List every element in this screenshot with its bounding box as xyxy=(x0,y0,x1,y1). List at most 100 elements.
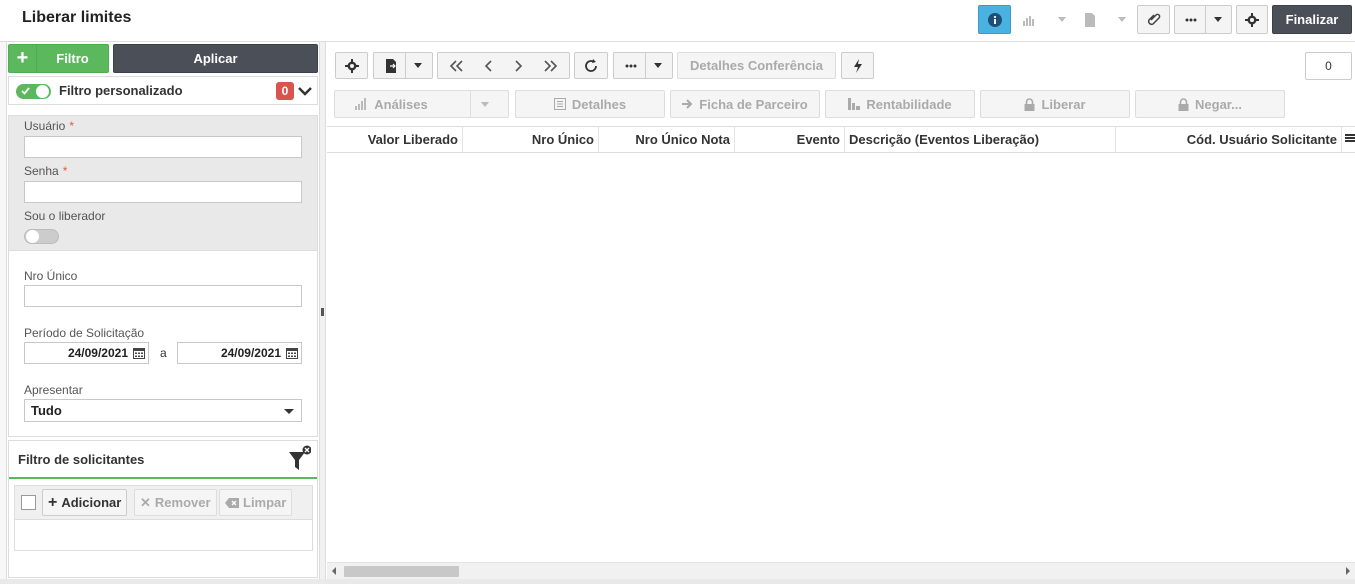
attachment-button[interactable] xyxy=(1137,5,1170,34)
left-collapse-strip[interactable] xyxy=(0,42,7,584)
apresentar-label: Apresentar xyxy=(24,383,83,397)
more-actions-dropdown[interactable] xyxy=(613,52,673,79)
rentabilidade-button[interactable]: Rentabilidade xyxy=(825,90,975,118)
liberar-label: Liberar xyxy=(1041,96,1086,112)
detalhes-button[interactable]: Detalhes xyxy=(515,90,665,118)
info-icon xyxy=(987,12,1002,27)
export-dropdown-button[interactable] xyxy=(1077,5,1132,34)
chevron-down-icon xyxy=(413,63,422,68)
chevron-down-icon xyxy=(480,101,489,107)
date-to-value: 24/09/2021 xyxy=(220,346,281,360)
gear-icon xyxy=(1245,12,1259,27)
chart-icon xyxy=(355,98,367,110)
adicionar-label: Adicionar xyxy=(61,495,122,510)
menu-icon[interactable] xyxy=(1345,132,1355,144)
adicionar-button[interactable]: + Adicionar xyxy=(42,489,128,516)
filtro-label: Filtro xyxy=(56,51,89,66)
apresentar-value: Tudo xyxy=(31,403,62,418)
finalizar-button[interactable]: Finalizar xyxy=(1272,5,1352,34)
filtro-button[interactable]: + Filtro xyxy=(8,44,109,73)
list-icon xyxy=(553,98,566,110)
chevron-down-icon xyxy=(284,409,294,414)
panel-splitter[interactable] xyxy=(319,42,326,584)
nro-unico-input[interactable] xyxy=(24,285,302,307)
col-nro-unico[interactable]: Nro Único xyxy=(463,127,599,153)
nro-unico-label: Nro Único xyxy=(24,269,78,283)
apresentar-select[interactable]: Tudo xyxy=(24,399,302,422)
limpar-button[interactable]: Limpar xyxy=(219,489,293,516)
eraser-icon xyxy=(225,497,239,508)
col-descricao[interactable]: Descrição (Eventos Liberação) xyxy=(845,127,1116,153)
export-dropdown-button[interactable] xyxy=(373,52,433,79)
gear-icon xyxy=(344,58,359,73)
lightning-icon xyxy=(853,58,862,73)
analises-dropdown[interactable]: Análises xyxy=(334,90,509,118)
export-icon xyxy=(1084,12,1095,27)
pager-group xyxy=(437,52,570,79)
refresh-button[interactable] xyxy=(574,52,608,79)
detalhes-label: Detalhes xyxy=(571,96,627,112)
senha-label: Senha * xyxy=(24,164,68,178)
date-to-input[interactable]: 24/09/2021 xyxy=(177,342,302,364)
chevron-down-icon xyxy=(1057,17,1066,22)
chart-dropdown-button[interactable] xyxy=(1016,5,1071,34)
col-valor-liberado[interactable]: Valor Liberado xyxy=(327,127,463,153)
lightning-button[interactable] xyxy=(841,52,874,79)
scroll-thumb[interactable] xyxy=(344,566,459,577)
col-cod-usuario-solicitante[interactable]: Cód. Usuário Solicitante xyxy=(1116,127,1342,153)
custom-filter-toggle[interactable] xyxy=(16,84,51,99)
paperclip-icon xyxy=(1147,13,1160,25)
grid-settings-button[interactable] xyxy=(335,52,368,79)
custom-filter-label: Filtro personalizado xyxy=(59,83,183,98)
lock-icon xyxy=(1178,97,1189,111)
scroll-left-icon[interactable] xyxy=(332,567,336,575)
refresh-icon xyxy=(585,58,597,72)
col-nro-unico-nota[interactable]: Nro Único Nota xyxy=(599,127,735,153)
info-button[interactable] xyxy=(978,5,1011,34)
previous-page-icon[interactable] xyxy=(484,59,494,72)
detalhes-conferencia-button[interactable]: Detalhes Conferência xyxy=(677,52,836,79)
more-dropdown-button[interactable] xyxy=(1174,5,1232,34)
header: Liberar limites Finalizar xyxy=(0,0,1355,42)
bottom-bar xyxy=(0,579,1355,584)
settings-button[interactable] xyxy=(1236,5,1268,34)
liberar-button[interactable]: Liberar xyxy=(980,90,1130,118)
calendar-icon[interactable] xyxy=(286,347,298,359)
sou-liberador-label: Sou o liberador xyxy=(24,209,106,223)
negar-label: Negar... xyxy=(1195,96,1242,112)
aplicar-button[interactable]: Aplicar xyxy=(113,44,318,73)
first-page-icon[interactable] xyxy=(448,59,464,72)
chart-icon xyxy=(1022,15,1034,26)
scroll-right-icon[interactable] xyxy=(1346,567,1350,575)
remover-label: Remover xyxy=(154,495,211,510)
date-separator: a xyxy=(160,346,167,360)
negar-button[interactable]: Negar... xyxy=(1135,90,1285,118)
select-all-checkbox[interactable] xyxy=(21,495,36,510)
calendar-icon[interactable] xyxy=(133,347,145,359)
sou-liberador-toggle[interactable] xyxy=(24,229,59,244)
next-page-icon[interactable] xyxy=(513,59,523,72)
last-page-icon[interactable] xyxy=(543,59,559,72)
chevron-down-icon[interactable] xyxy=(297,82,313,100)
senha-input[interactable] xyxy=(24,181,302,203)
arrow-right-icon xyxy=(682,99,693,109)
date-from-value: 24/09/2021 xyxy=(67,346,128,360)
check-icon xyxy=(21,87,30,95)
rentabilidade-icon xyxy=(848,98,861,110)
remover-button[interactable]: ✕ Remover xyxy=(134,489,217,516)
plus-icon: + xyxy=(9,45,37,72)
date-from-input[interactable]: 24/09/2021 xyxy=(24,342,149,364)
more-icon xyxy=(625,64,636,67)
horizontal-scrollbar[interactable] xyxy=(327,562,1355,579)
custom-filter-row: Filtro personalizado 0 xyxy=(8,76,318,105)
plus-icon: + xyxy=(48,493,58,511)
chevron-down-icon xyxy=(1117,17,1126,22)
usuario-input[interactable] xyxy=(24,136,302,158)
col-evento[interactable]: Evento xyxy=(735,127,845,153)
usuario-label: Usuário * xyxy=(24,119,75,133)
chevron-down-icon xyxy=(653,63,662,68)
chevron-down-icon xyxy=(1213,17,1222,22)
funnel-icon[interactable] xyxy=(287,444,311,472)
ficha-parceiro-button[interactable]: Ficha de Parceiro xyxy=(670,90,820,118)
rentabilidade-label: Rentabilidade xyxy=(866,96,952,112)
